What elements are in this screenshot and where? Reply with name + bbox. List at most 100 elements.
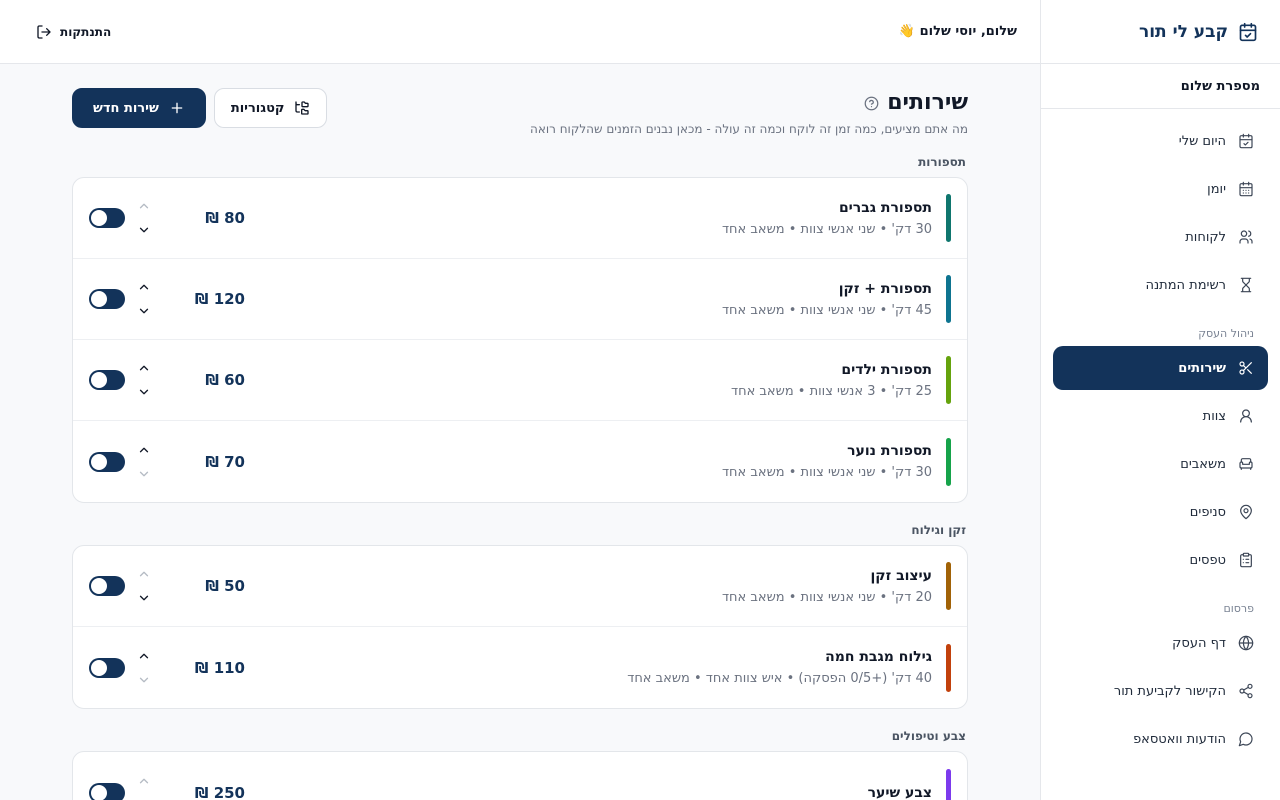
service-info: תספורת גברים 30 דק' • שני אנשי צוות • מש… xyxy=(722,194,951,242)
service-name: גילוח מגבת חמה xyxy=(825,649,932,665)
sidebar-item-label: סניפים xyxy=(1189,504,1226,520)
sidebar-item-staff[interactable]: צוות xyxy=(1053,394,1268,438)
reorder-arrows xyxy=(137,567,151,605)
service-row[interactable]: גילוח מגבת חמה 40 דק' (+0/5 הפסקה) • איש… xyxy=(73,627,967,708)
sidebar-item-calendar[interactable]: יומן xyxy=(1053,167,1268,211)
sidebar-item-business-page[interactable]: דף העסק xyxy=(1053,621,1268,665)
user-icon xyxy=(1238,408,1254,424)
sidebar-item-whatsapp[interactable]: הודעות וואטסאפ xyxy=(1053,717,1268,761)
sidebar-item-forms[interactable]: טפסים xyxy=(1053,538,1268,582)
sidebar-item-label: שירותים xyxy=(1178,360,1226,376)
sidebar-section-business: ניהול העסק xyxy=(1198,327,1254,340)
reorder-arrows xyxy=(137,199,151,237)
service-enabled-toggle[interactable] xyxy=(89,208,125,228)
service-controls: 50 ₪ xyxy=(89,567,245,605)
chevron-up-icon[interactable] xyxy=(137,361,151,375)
service-row[interactable]: צבע שיער 250 ₪ xyxy=(73,752,967,800)
service-price: 60 ₪ xyxy=(205,371,245,389)
logout-icon xyxy=(36,24,52,40)
plus-icon xyxy=(169,100,185,116)
sidebar-item-label: הקישור לקביעת תור xyxy=(1113,683,1226,699)
chevron-up-icon[interactable] xyxy=(137,443,151,457)
new-service-button[interactable]: שירות חדש xyxy=(72,88,206,128)
service-meta: 25 דק' • 3 אנשי צוות • משאב אחד xyxy=(730,383,932,399)
service-price: 80 ₪ xyxy=(205,209,245,227)
logout-button[interactable]: התנתקות xyxy=(36,24,111,40)
chevron-up-icon[interactable] xyxy=(137,280,151,294)
map-pin-icon xyxy=(1238,504,1254,520)
service-meta: 30 דק' • שני אנשי צוות • משאב אחד xyxy=(721,221,932,237)
reorder-arrows xyxy=(137,280,151,318)
service-row[interactable]: תספורת ילדים 25 דק' • 3 אנשי צוות • משאב… xyxy=(73,340,967,421)
chevron-down-icon[interactable] xyxy=(137,304,151,318)
service-enabled-toggle[interactable] xyxy=(89,657,125,678)
service-controls: 110 ₪ xyxy=(89,649,245,687)
service-info: תספורת ילדים 25 דק' • 3 אנשי צוות • משאב… xyxy=(731,356,951,404)
category-card: תספורת גברים 30 דק' • שני אנשי צוות • מש… xyxy=(72,177,968,503)
armchair-icon xyxy=(1238,456,1254,472)
topbar: שלום, יוסי שלום 👋 התנתקות xyxy=(0,0,1040,64)
calendar-icon xyxy=(1238,181,1254,197)
sidebar-item-waitlist[interactable]: רשימת המתנה xyxy=(1053,263,1268,307)
service-enabled-toggle[interactable] xyxy=(89,370,125,390)
sidebar-item-label: משאבים xyxy=(1180,456,1226,472)
service-enabled-toggle[interactable] xyxy=(89,451,125,472)
service-price: 110 ₪ xyxy=(194,658,245,677)
service-price: 70 ₪ xyxy=(205,452,245,471)
service-row[interactable]: תספורת נוער 30 דק' • שני אנשי צוות • משא… xyxy=(73,421,967,502)
category-card: עיצוב זקן 20 דק' • שני אנשי צוות • משאב … xyxy=(72,545,968,709)
service-color-bar xyxy=(946,275,951,323)
logout-label: התנתקות xyxy=(60,24,112,39)
sidebar-item-my-day[interactable]: היום שלי xyxy=(1053,119,1268,163)
chevron-down-icon[interactable] xyxy=(137,591,151,605)
folder-tree-icon xyxy=(294,100,310,116)
sidebar-item-customers[interactable]: לקוחות xyxy=(1053,215,1268,259)
categories-button[interactable]: קטגוריות xyxy=(213,88,328,128)
service-color-bar xyxy=(946,437,951,486)
page-title: שירותים xyxy=(887,90,968,115)
service-row[interactable]: תספורת + זקן 45 דק' • שני אנשי צוות • מש… xyxy=(73,259,967,340)
service-name: עיצוב זקן xyxy=(870,567,932,584)
service-info: גילוח מגבת חמה 40 דק' (+0/5 הפסקה) • איש… xyxy=(627,643,951,692)
sidebar-item-resources[interactable]: משאבים xyxy=(1053,442,1268,486)
service-meta: 20 דק' • שני אנשי צוות • משאב אחד xyxy=(721,589,932,605)
hourglass-icon xyxy=(1238,277,1254,293)
chevron-up-icon[interactable] xyxy=(137,774,151,788)
service-price: 250 ₪ xyxy=(194,783,245,800)
chevron-down-icon[interactable] xyxy=(137,467,151,481)
service-enabled-toggle[interactable] xyxy=(89,289,125,309)
chevron-down-icon[interactable] xyxy=(137,673,151,687)
reorder-arrows xyxy=(137,443,151,481)
service-price: 120 ₪ xyxy=(194,290,245,308)
page-subtitle: מה אתם מציעים, כמה זמן זה לוקח וכמה זה ע… xyxy=(530,122,968,136)
service-controls: 70 ₪ xyxy=(89,443,245,481)
main-content: שירותים מה אתם מציעים, כמה זמן זה לוקח ו… xyxy=(0,64,1040,800)
chevron-up-icon[interactable] xyxy=(137,199,151,213)
service-enabled-toggle[interactable] xyxy=(89,782,125,800)
category-label: תספורות xyxy=(918,155,966,169)
chevron-down-icon[interactable] xyxy=(137,385,151,399)
sidebar-item-services[interactable]: שירותים xyxy=(1053,346,1268,390)
brand[interactable]: קבע לי תור xyxy=(1041,0,1280,64)
service-name: תספורת גברים xyxy=(838,199,932,216)
chevron-up-icon[interactable] xyxy=(137,567,151,581)
help-icon[interactable] xyxy=(864,96,879,111)
service-enabled-toggle[interactable] xyxy=(89,576,125,596)
new-service-button-label: שירות חדש xyxy=(93,100,159,116)
service-controls: 60 ₪ xyxy=(89,361,245,399)
message-circle-icon xyxy=(1238,731,1254,747)
sidebar-item-label: הודעות וואטסאפ xyxy=(1133,731,1226,747)
service-meta: 45 דק' • שני אנשי צוות • משאב אחד xyxy=(721,302,932,318)
chevron-down-icon[interactable] xyxy=(137,223,151,237)
service-row[interactable]: עיצוב זקן 20 דק' • שני אנשי צוות • משאב … xyxy=(73,546,967,627)
sidebar-item-branches[interactable]: סניפים xyxy=(1053,490,1268,534)
chevron-up-icon[interactable] xyxy=(137,649,151,663)
sidebar: קבע לי תור מספרת שלום היום שלי יומן לקוח… xyxy=(1040,0,1280,800)
service-row[interactable]: תספורת גברים 30 דק' • שני אנשי צוות • מש… xyxy=(73,178,967,259)
sidebar-item-booking-link[interactable]: הקישור לקביעת תור xyxy=(1053,669,1268,713)
service-color-bar xyxy=(946,768,951,800)
service-color-bar xyxy=(946,643,951,692)
service-name: צבע שיער xyxy=(867,784,932,800)
service-controls: 120 ₪ xyxy=(89,280,245,318)
sidebar-item-label: טפסים xyxy=(1189,552,1226,568)
